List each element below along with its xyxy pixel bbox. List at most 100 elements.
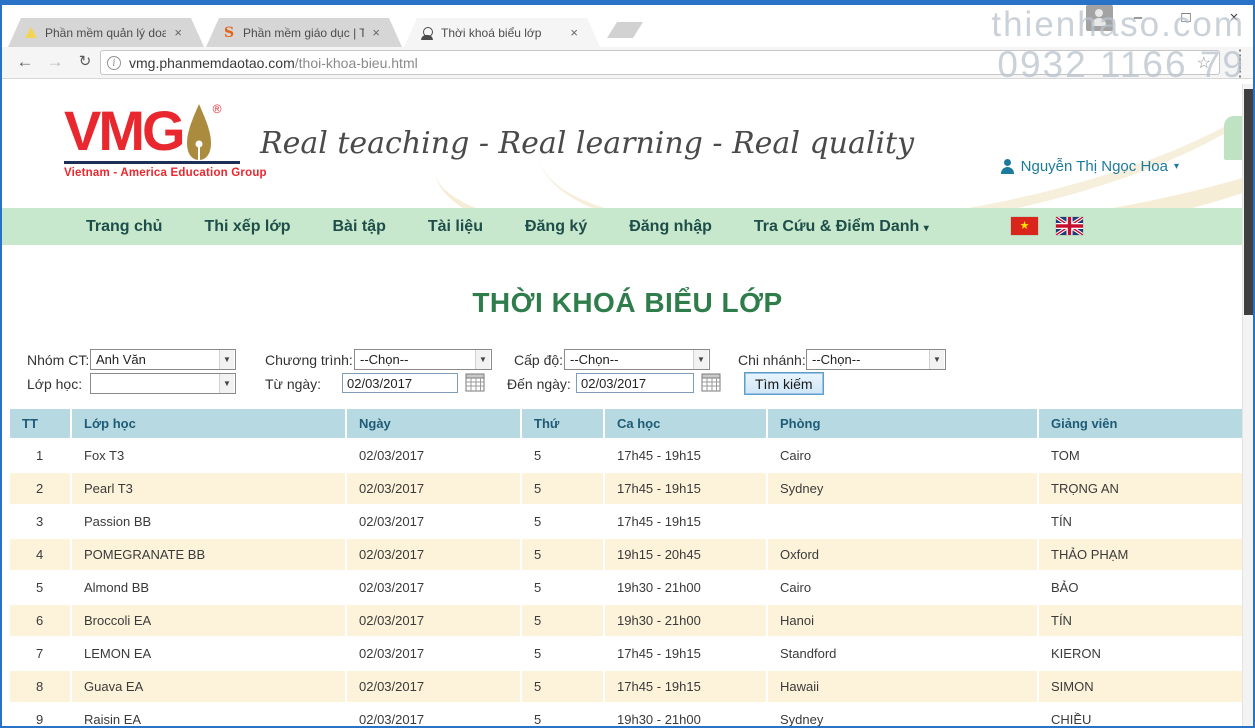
nhom-ct-select[interactable]: Anh Văn▼ (90, 349, 236, 370)
chi-nhanh-select[interactable]: --Chọn--▼ (806, 349, 946, 370)
main-content: THỜI KHOÁ BIỂU LỚP Nhóm CT: Anh Văn▼ Chư… (2, 287, 1253, 726)
column-header: TT (10, 409, 72, 440)
chevron-down-icon: ▼ (219, 350, 234, 369)
warning-triangle-icon (24, 26, 39, 40)
back-button[interactable]: ← (12, 49, 38, 75)
user-menu[interactable]: Nguyễn Thị Ngọc Hoa ▾ (1000, 158, 1179, 175)
tab-close-icon[interactable]: × (172, 26, 184, 39)
user-icon (1000, 159, 1015, 174)
registered-mark: ® (213, 102, 222, 116)
nav-item-2[interactable]: Thi xếp lớp (183, 218, 311, 236)
tu-ngay-input[interactable] (342, 373, 458, 393)
search-button[interactable]: Tìm kiếm (744, 372, 824, 395)
nav-item-4[interactable]: Tài liệu (407, 218, 504, 236)
lop-hoc-label: Lớp học: (27, 376, 82, 392)
maximize-button[interactable]: □ (1175, 5, 1197, 31)
pen-nib-icon (187, 104, 211, 160)
table-cell: 02/03/2017 (347, 605, 522, 638)
scrollbar-thumb[interactable] (1244, 89, 1253, 315)
den-ngay-input[interactable] (576, 373, 694, 393)
browser-tab-3[interactable]: Thời khoá biểu lớp × (404, 18, 600, 47)
timetable-body: 1Fox T302/03/2017517h45 - 19h15CairoTOM2… (10, 440, 1242, 726)
nav-item-3[interactable]: Bài tập (312, 218, 407, 236)
reload-button[interactable]: ↻ (72, 49, 98, 75)
table-cell: TÍN (1039, 605, 1242, 638)
table-cell: Raisin EA (72, 704, 347, 726)
profile-icon (1095, 9, 1103, 17)
language-flags: ★ (1011, 217, 1083, 235)
table-cell: TOM (1039, 440, 1242, 473)
vietnam-flag-icon[interactable]: ★ (1011, 217, 1038, 235)
nav-item-7[interactable]: Tra Cứu & Điểm Danh ▾ (733, 218, 950, 236)
table-cell: KIERON (1039, 638, 1242, 671)
browser-tab-1[interactable]: Phần mềm quản lý doanh× (8, 18, 204, 47)
table-cell: Hanoi (768, 605, 1039, 638)
page-title: THỜI KHOÁ BIỂU LỚP (2, 287, 1253, 319)
minimize-button[interactable]: – (1127, 5, 1149, 31)
address-bar[interactable]: i vmg.phanmemdaotao.com/thoi-khoa-bieu.h… (100, 50, 1220, 75)
chevron-down-icon: ▼ (693, 350, 708, 369)
table-cell: 02/03/2017 (347, 440, 522, 473)
page-info-icon[interactable]: i (107, 56, 121, 70)
browser-toolbar: ← → ↻ i vmg.phanmemdaotao.com/thoi-khoa-… (2, 47, 1253, 79)
browser-tab-2[interactable]: Phần mềm giáo dục | Tiế × (206, 18, 402, 47)
table-cell: BẢO (1039, 572, 1242, 605)
table-cell: POMEGRANATE BB (72, 539, 347, 572)
table-cell: THẢO PHẠM (1039, 539, 1242, 572)
table-cell: 02/03/2017 (347, 704, 522, 726)
table-cell: 5 (10, 572, 72, 605)
forward-button[interactable]: → (42, 49, 68, 75)
table-cell: 17h45 - 19h15 (605, 440, 768, 473)
tab-close-icon[interactable]: × (370, 26, 382, 39)
table-cell: Broccoli EA (72, 605, 347, 638)
table-row: 4POMEGRANATE BB02/03/2017519h15 - 20h45O… (10, 539, 1242, 572)
lop-hoc-select[interactable]: ▼ (90, 373, 236, 394)
table-cell: TÍN (1039, 506, 1242, 539)
chevron-down-icon: ▼ (219, 374, 234, 393)
table-cell: 5 (522, 539, 605, 572)
table-cell: 17h45 - 19h15 (605, 671, 768, 704)
new-tab-button[interactable] (607, 22, 643, 38)
table-cell: 5 (522, 605, 605, 638)
table-row: 5Almond BB02/03/2017519h30 - 21h00CairoB… (10, 572, 1242, 605)
browser-menu-icon[interactable]: ⋮⋮⋮ (1231, 50, 1249, 76)
nav-item-6[interactable]: Đăng nhập (608, 218, 733, 236)
table-row: 8Guava EA02/03/2017517h45 - 19h15HawaiiS… (10, 671, 1242, 704)
filter-form: Nhóm CT: Anh Văn▼ Chương trình: --Chọn--… (2, 343, 1253, 403)
table-cell: 6 (10, 605, 72, 638)
tu-ngay-label: Từ ngày: (265, 376, 321, 392)
profile-button[interactable] (1086, 5, 1113, 31)
table-cell: 5 (522, 506, 605, 539)
tab-title: Phần mềm giáo dục | Tiế (243, 26, 364, 40)
column-header: Lớp học (72, 409, 347, 440)
url-text[interactable]: vmg.phanmemdaotao.com/thoi-khoa-bieu.htm… (129, 55, 1195, 71)
close-button[interactable]: × (1223, 5, 1245, 31)
cap-do-label: Cấp độ: (514, 352, 563, 368)
chuong-trinh-select[interactable]: --Chọn--▼ (354, 349, 492, 370)
vmg-logo[interactable]: VMG ® Vietnam - America Education Group (64, 102, 267, 179)
site-tagline: Real teaching - Real learning - Real qua… (260, 126, 914, 161)
table-cell: Cairo (768, 572, 1039, 605)
bookmark-star-icon[interactable]: ☆ (1195, 53, 1213, 73)
uk-flag-icon[interactable] (1056, 217, 1083, 235)
table-cell: 17h45 - 19h15 (605, 506, 768, 539)
table-cell: 19h15 - 20h45 (605, 539, 768, 572)
table-row: 1Fox T302/03/2017517h45 - 19h15CairoTOM (10, 440, 1242, 473)
table-cell: Sydney (768, 473, 1039, 506)
logo-subtitle: Vietnam - America Education Group (64, 167, 267, 179)
chevron-down-icon: ▼ (475, 350, 490, 369)
calendar-icon[interactable] (465, 373, 485, 392)
cap-do-select[interactable]: --Chọn--▼ (564, 349, 710, 370)
calendar-icon[interactable] (701, 373, 721, 392)
nav-item-1[interactable]: Trang chủ (65, 218, 183, 236)
scrollbar[interactable] (1242, 84, 1253, 726)
table-cell: 19h30 - 21h00 (605, 605, 768, 638)
table-cell: 17h45 - 19h15 (605, 473, 768, 506)
tab-close-icon[interactable]: × (568, 26, 580, 39)
tab-title: Thời khoá biểu lớp (441, 26, 562, 40)
table-cell: Cairo (768, 440, 1039, 473)
nhom-ct-label: Nhóm CT: (27, 352, 89, 368)
table-cell: Sydney (768, 704, 1039, 726)
chevron-down-icon: ▾ (1174, 161, 1179, 172)
nav-item-5[interactable]: Đăng ký (504, 218, 608, 236)
